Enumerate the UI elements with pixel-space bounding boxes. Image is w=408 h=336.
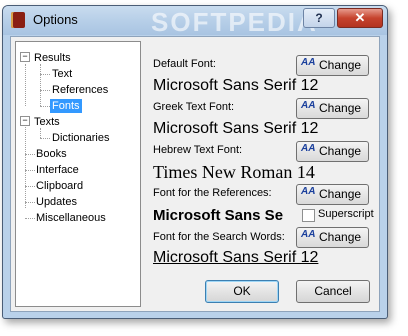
greek-font-label: Greek Text Font:: [153, 101, 235, 113]
book-icon: [11, 12, 25, 28]
tree-item-interface[interactable]: Interface: [36, 163, 79, 177]
tree-line: [25, 170, 35, 171]
tree-item-miscellaneous[interactable]: Miscellaneous: [36, 211, 106, 225]
greek-font-sample: Microsoft Sans Serif 12: [153, 120, 319, 137]
change-button-label: Change: [319, 187, 362, 201]
tree-item-texts[interactable]: Texts: [34, 115, 60, 129]
hebrew-font-change-button[interactable]: AA Change: [296, 141, 369, 162]
tree-item-fonts[interactable]: Fonts: [50, 99, 82, 113]
tree-line: [40, 138, 50, 139]
ok-button[interactable]: OK: [205, 280, 279, 303]
title-bar[interactable]: Options SOFTPEDIA ? ✕: [3, 6, 387, 37]
search-words-font-change-button[interactable]: AA Change: [296, 227, 369, 248]
change-button-label: Change: [319, 144, 362, 158]
change-button-label: Change: [319, 101, 362, 115]
greek-font-change-button[interactable]: AA Change: [296, 98, 369, 119]
close-button[interactable]: ✕: [337, 8, 383, 28]
dialog-body: − Results Text References Fonts − Texts …: [10, 36, 380, 312]
tree-line: [40, 74, 50, 75]
options-window: Options SOFTPEDIA ? ✕ − Results Text Ref…: [2, 5, 388, 319]
default-font-change-button[interactable]: AA Change: [296, 55, 369, 76]
tree-line: [40, 64, 41, 106]
tree-item-clipboard[interactable]: Clipboard: [36, 179, 83, 193]
default-font-sample: Microsoft Sans Serif 12: [153, 77, 319, 94]
help-button[interactable]: ?: [303, 8, 335, 28]
tree-line: [25, 64, 26, 106]
default-font-label: Default Font:: [153, 58, 216, 70]
collapse-toggle[interactable]: −: [20, 52, 30, 62]
font-icon: AA: [301, 100, 316, 111]
tree-item-results[interactable]: Results: [34, 51, 71, 65]
tree-line: [40, 90, 50, 91]
tree-line: [25, 186, 35, 187]
search-words-font-label: Font for the Search Words:: [153, 231, 285, 243]
hebrew-font-sample: Times New Roman 14: [153, 162, 315, 182]
search-words-font-sample: Microsoft Sans Serif 12: [153, 249, 319, 266]
change-button-label: Change: [319, 58, 362, 72]
tree-item-text[interactable]: Text: [52, 67, 72, 81]
tree-item-updates[interactable]: Updates: [36, 195, 77, 209]
font-icon: AA: [301, 143, 316, 154]
tree-line: [40, 106, 50, 107]
tree-line: [25, 120, 26, 208]
font-icon: AA: [301, 57, 316, 68]
references-font-label: Font for the References:: [153, 187, 272, 199]
cancel-button[interactable]: Cancel: [296, 280, 370, 303]
tree-item-references[interactable]: References: [52, 83, 108, 97]
superscript-checkbox[interactable]: [302, 209, 315, 222]
collapse-toggle[interactable]: −: [20, 116, 30, 126]
references-font-sample: Microsoft Sans Se: [153, 207, 284, 224]
change-button-label: Change: [319, 230, 362, 244]
hebrew-font-label: Hebrew Text Font:: [153, 144, 243, 156]
font-icon: AA: [301, 229, 316, 240]
tree-line: [25, 202, 35, 203]
tree-line: [25, 154, 35, 155]
tree-item-dictionaries[interactable]: Dictionaries: [52, 131, 109, 145]
superscript-label[interactable]: Superscript: [318, 208, 374, 220]
tree-line: [25, 218, 35, 219]
font-icon: AA: [301, 186, 316, 197]
watermark: SOFTPEDIA: [151, 7, 318, 37]
tree-line: [40, 128, 41, 138]
options-tree[interactable]: − Results Text References Fonts − Texts …: [15, 41, 141, 307]
tree-item-books[interactable]: Books: [36, 147, 67, 161]
references-font-change-button[interactable]: AA Change: [296, 184, 369, 205]
window-title: Options: [33, 12, 78, 27]
